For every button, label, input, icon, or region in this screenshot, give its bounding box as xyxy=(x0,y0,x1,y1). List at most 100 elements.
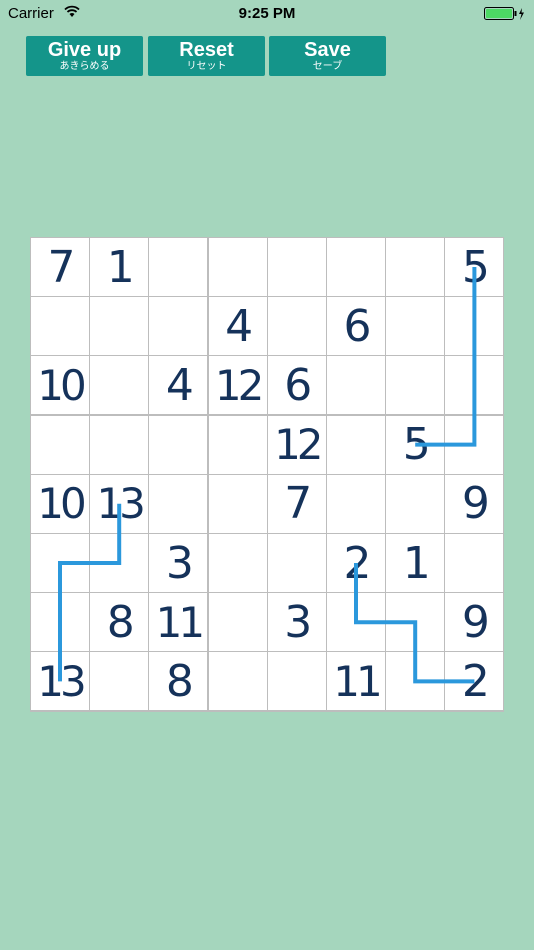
cell-number: 7 xyxy=(284,478,312,530)
board-cell[interactable] xyxy=(31,534,89,592)
reset-button[interactable]: Reset リセット xyxy=(148,36,265,76)
board-cell[interactable] xyxy=(386,297,445,356)
board-cell[interactable] xyxy=(386,474,445,533)
give-up-button[interactable]: Give up あきらめる xyxy=(26,36,143,76)
board-cell[interactable]: 10 xyxy=(31,474,89,533)
board-cell[interactable]: 11 xyxy=(149,593,208,652)
board-cell[interactable] xyxy=(149,415,208,474)
board-cell[interactable] xyxy=(90,297,149,356)
board-cell[interactable] xyxy=(445,534,504,592)
cell-number: 10 xyxy=(37,479,86,529)
cell-number: 3 xyxy=(165,537,194,589)
board-cell[interactable]: 2 xyxy=(327,534,385,592)
status-bar: Carrier 9:25 PM xyxy=(0,0,534,28)
battery-icon xyxy=(484,7,524,20)
board-cell[interactable] xyxy=(208,238,267,296)
board-cell[interactable]: 3 xyxy=(149,534,208,592)
give-up-label: Give up xyxy=(47,39,122,61)
board-cell[interactable]: 1 xyxy=(90,238,149,296)
cell-number: 1 xyxy=(106,241,135,293)
cell-number: 9 xyxy=(461,478,490,530)
cell-number: 13 xyxy=(96,479,145,529)
board-cell[interactable]: 11 xyxy=(327,652,385,711)
board-cell[interactable] xyxy=(149,474,208,533)
board-cell[interactable]: 12 xyxy=(267,415,326,474)
board-cell[interactable]: 9 xyxy=(445,593,504,652)
cell-number: 11 xyxy=(155,597,205,647)
cell-number: 1 xyxy=(402,537,431,589)
board-cell[interactable]: 5 xyxy=(445,238,504,296)
board-cell[interactable] xyxy=(386,238,445,296)
board-cell[interactable] xyxy=(208,534,267,592)
board-cell[interactable]: 2 xyxy=(445,652,504,711)
board-cell[interactable] xyxy=(386,593,445,652)
board-cell[interactable]: 6 xyxy=(267,356,326,415)
board-cell[interactable]: 8 xyxy=(90,593,149,652)
board-cell[interactable]: 12 xyxy=(208,356,267,415)
board-cell[interactable] xyxy=(90,415,149,474)
reset-label: Reset xyxy=(179,39,234,61)
cell-number: 9 xyxy=(461,596,490,648)
board-cell[interactable]: 13 xyxy=(90,474,149,533)
board-cell[interactable] xyxy=(208,415,267,474)
cell-number: 13 xyxy=(37,656,86,706)
cell-number: 4 xyxy=(165,359,194,411)
board-cell[interactable]: 6 xyxy=(327,297,385,356)
save-sub-label: セーブ xyxy=(312,61,343,72)
board-cell[interactable]: 8 xyxy=(149,652,208,711)
board-cell[interactable] xyxy=(267,238,326,296)
board-cell[interactable] xyxy=(31,297,89,356)
board-cell[interactable] xyxy=(327,474,385,533)
board-cell[interactable] xyxy=(386,652,445,711)
board-cell[interactable] xyxy=(208,474,267,533)
board-cell[interactable]: 1 xyxy=(386,534,445,592)
board-cell[interactable] xyxy=(327,593,385,652)
board-cell[interactable]: 9 xyxy=(445,474,504,533)
save-label: Save xyxy=(304,39,351,61)
cell-number: 10 xyxy=(37,360,86,410)
cell-number: 8 xyxy=(106,596,135,648)
board-cell[interactable]: 10 xyxy=(31,356,89,415)
board-cell[interactable] xyxy=(445,415,504,474)
cell-number: 7 xyxy=(47,241,76,293)
board-cell[interactable] xyxy=(267,297,326,356)
board-cell[interactable] xyxy=(90,356,149,415)
cell-number: 12 xyxy=(274,420,323,470)
board-cell[interactable] xyxy=(445,297,504,356)
cell-number: 3 xyxy=(284,596,312,648)
board-cell[interactable] xyxy=(327,238,385,296)
cell-number: 6 xyxy=(284,359,312,411)
cell-number: 6 xyxy=(343,300,372,352)
board-cell[interactable] xyxy=(445,356,504,415)
board-cell[interactable]: 7 xyxy=(31,238,89,296)
board-cell[interactable] xyxy=(386,356,445,415)
reset-sub-label: リセット xyxy=(186,61,227,72)
cell-number: 8 xyxy=(165,655,194,707)
board-cell[interactable] xyxy=(267,534,326,592)
board-cell[interactable] xyxy=(327,356,385,415)
board-cell[interactable] xyxy=(31,415,89,474)
board-cell[interactable] xyxy=(149,297,208,356)
board-cell[interactable] xyxy=(90,534,149,592)
board-cell[interactable]: 5 xyxy=(386,415,445,474)
cell-number: 5 xyxy=(402,419,431,471)
cell-number: 2 xyxy=(343,537,372,589)
board-cell[interactable] xyxy=(208,652,267,711)
cell-number: 12 xyxy=(214,360,264,410)
board-cell[interactable]: 4 xyxy=(149,356,208,415)
board-cell[interactable] xyxy=(31,593,89,652)
cell-number: 4 xyxy=(225,300,253,352)
board-cell[interactable] xyxy=(327,415,385,474)
board-cell[interactable] xyxy=(149,238,208,296)
cell-number: 11 xyxy=(333,656,382,706)
give-up-sub-label: あきらめる xyxy=(59,61,110,72)
board-cell[interactable] xyxy=(267,652,326,711)
cell-number: 2 xyxy=(461,655,490,707)
board-cell[interactable] xyxy=(208,593,267,652)
board-cell[interactable] xyxy=(90,652,149,711)
board-cell[interactable]: 13 xyxy=(31,652,89,711)
board-cell[interactable]: 4 xyxy=(208,297,267,356)
save-button[interactable]: Save セーブ xyxy=(269,36,386,76)
board-cell[interactable]: 3 xyxy=(267,593,326,652)
board-cell[interactable]: 7 xyxy=(267,474,326,533)
